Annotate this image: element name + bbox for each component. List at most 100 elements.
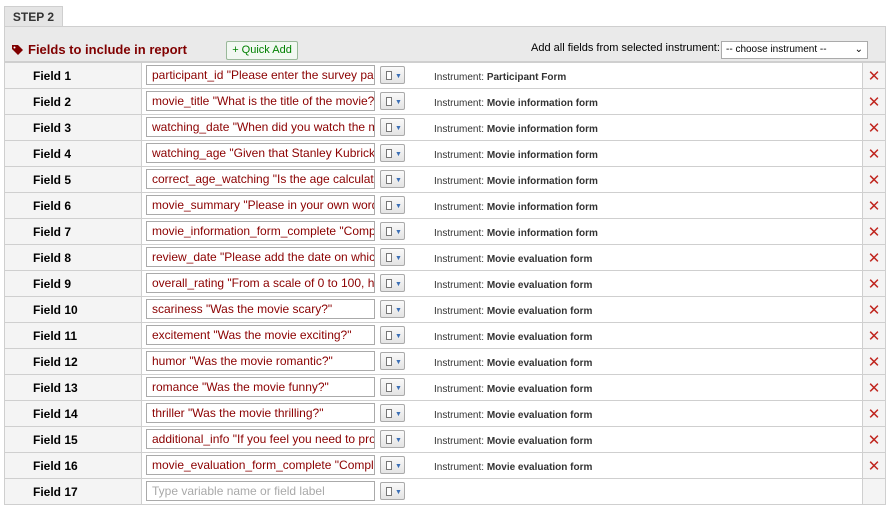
field-variable-input[interactable]: excitement "Was the movie exciting?": [146, 325, 375, 345]
chevron-down-icon: ▼: [395, 229, 402, 236]
instrument-name: Movie information form: [486, 202, 598, 213]
field-picker-button[interactable]: ▼: [380, 352, 405, 370]
field-variable-input[interactable]: participant_id "Please enter the survey …: [146, 65, 375, 85]
field-picker-button[interactable]: ▼: [380, 300, 405, 318]
chevron-down-icon: ▼: [395, 151, 402, 158]
field-picker-button[interactable]: ▼: [380, 92, 405, 110]
field-picker-button[interactable]: ▼: [380, 378, 405, 396]
instrument-select[interactable]: -- choose instrument -- ⌄: [721, 41, 868, 59]
field-picker-button[interactable]: ▼: [380, 66, 405, 84]
field-picker-button[interactable]: ▼: [380, 274, 405, 292]
field-cell: humor "Was the movie romantic?" ▼ Instrume…: [141, 348, 863, 375]
fields-section-title: Fields to include in report: [11, 42, 187, 57]
new-field-input[interactable]: Type variable name or field label: [146, 481, 375, 501]
field-number-label: Field 13: [4, 374, 142, 401]
field-variable-input[interactable]: movie_summary "Please in your own words": [146, 195, 375, 215]
field-cell: review_date "Please add the date on whic…: [141, 244, 863, 271]
field-picker-button[interactable]: ▼: [380, 170, 405, 188]
instrument-select-value: -- choose instrument --: [726, 44, 827, 55]
field-number-label: Field 5: [4, 166, 142, 193]
field-picker-icon: [386, 383, 392, 392]
instrument-name: Movie evaluation form: [486, 462, 593, 473]
instrument-info: Instrument: Movie evaluation form: [434, 254, 592, 265]
instrument-name: Movie information form: [486, 228, 598, 239]
field-variable-input[interactable]: movie_information_form_complete "Complet…: [146, 221, 375, 241]
chevron-down-icon: ▼: [395, 307, 402, 314]
instrument-info: Instrument: Movie evaluation form: [434, 384, 592, 395]
delete-field-button[interactable]: ✕: [862, 218, 886, 245]
field-variable-input[interactable]: correct_age_watching "Is the age calcula…: [146, 169, 375, 189]
field-number-label: Field 12: [4, 348, 142, 375]
delete-field-button[interactable]: ✕: [862, 452, 886, 479]
chevron-down-icon: ▼: [395, 437, 402, 444]
delete-field-button[interactable]: ✕: [862, 296, 886, 323]
field-picker-button[interactable]: ▼: [380, 144, 405, 162]
field-variable-input[interactable]: additional_info "If you feel you need to…: [146, 429, 375, 449]
field-picker-button[interactable]: ▼: [380, 248, 405, 266]
delete-field-button[interactable]: ✕: [862, 166, 886, 193]
delete-field-button[interactable]: ✕: [862, 88, 886, 115]
field-row: Field 16 movie_evaluation_form_complete "…: [4, 452, 886, 479]
field-picker-icon: [386, 305, 392, 314]
instrument-name: Movie information form: [486, 176, 598, 187]
field-cell: movie_summary "Please in your own words"…: [141, 192, 863, 219]
field-picker-icon: [386, 279, 392, 288]
field-picker-icon: [386, 487, 392, 496]
delete-field-button[interactable]: ✕: [862, 400, 886, 427]
delete-x-icon: ✕: [867, 275, 881, 293]
chevron-down-icon: ▼: [395, 125, 402, 132]
delete-x-icon: ✕: [867, 223, 881, 241]
delete-x-icon: ✕: [867, 93, 881, 111]
field-cell: movie_title "What is the title of the mo…: [141, 88, 863, 115]
field-cell: excitement "Was the movie exciting?" ▼ Ins…: [141, 322, 863, 349]
field-variable-input[interactable]: watching_date "When did you watch the mo…: [146, 117, 375, 137]
instrument-name: Movie evaluation form: [486, 306, 593, 317]
delete-field-button[interactable]: ✕: [862, 426, 886, 453]
delete-field-button[interactable]: ✕: [862, 374, 886, 401]
instrument-prefix: Instrument:: [434, 124, 485, 135]
delete-x-icon: ✕: [867, 431, 881, 449]
field-variable-input[interactable]: watching_age "Given that Stanley Kubrick: [146, 143, 375, 163]
field-picker-button[interactable]: ▼: [380, 482, 405, 500]
field-variable-input[interactable]: scariness "Was the movie scary?": [146, 299, 375, 319]
field-variable-input[interactable]: thriller "Was the movie thrilling?": [146, 403, 375, 423]
field-number-label: Field 3: [4, 114, 142, 141]
delete-field-button[interactable]: ✕: [862, 140, 886, 167]
instrument-name: Movie evaluation form: [486, 280, 593, 291]
field-picker-button[interactable]: ▼: [380, 404, 405, 422]
field-picker-button[interactable]: ▼: [380, 118, 405, 136]
instrument-info: Instrument: Movie evaluation form: [434, 410, 592, 421]
delete-field-button[interactable]: ✕: [862, 322, 886, 349]
field-row: Field 1 participant_id "Please enter the …: [4, 62, 886, 89]
field-cell: movie_evaluation_form_complete "Complete…: [141, 452, 863, 479]
delete-field-button[interactable]: ✕: [862, 114, 886, 141]
field-picker-button[interactable]: ▼: [380, 456, 405, 474]
delete-x-icon: ✕: [867, 67, 881, 85]
field-variable-input[interactable]: overall_rating "From a scale of 0 to 100…: [146, 273, 375, 293]
field-picker-button[interactable]: ▼: [380, 430, 405, 448]
delete-field-button[interactable]: ✕: [862, 62, 886, 89]
quick-add-button[interactable]: + Quick Add: [226, 41, 298, 60]
delete-field-button[interactable]: ✕: [862, 270, 886, 297]
field-variable-input[interactable]: movie_evaluation_form_complete "Complete…: [146, 455, 375, 475]
field-number-label: Field 17: [4, 478, 142, 505]
field-number-label: Field 9: [4, 270, 142, 297]
field-picker-button[interactable]: ▼: [380, 222, 405, 240]
delete-field-button[interactable]: ✕: [862, 244, 886, 271]
field-variable-input[interactable]: romance "Was the movie funny?": [146, 377, 375, 397]
instrument-info: Instrument: Movie information form: [434, 176, 598, 187]
field-picker-button[interactable]: ▼: [380, 326, 405, 344]
field-variable-input[interactable]: movie_title "What is the title of the mo…: [146, 91, 375, 111]
field-variable-input[interactable]: review_date "Please add the date on whic…: [146, 247, 375, 267]
delete-field-button[interactable]: ✕: [862, 348, 886, 375]
delete-field-button[interactable]: ✕: [862, 192, 886, 219]
field-picker-icon: [386, 149, 392, 158]
delete-x-icon: ✕: [867, 379, 881, 397]
field-row: Field 4 watching_age "Given that Stanley …: [4, 140, 886, 167]
field-variable-input[interactable]: humor "Was the movie romantic?": [146, 351, 375, 371]
chevron-down-icon: ▼: [395, 359, 402, 366]
field-cell: scariness "Was the movie scary?" ▼ Instrum…: [141, 296, 863, 323]
instrument-prefix: Instrument:: [434, 98, 485, 109]
field-picker-button[interactable]: ▼: [380, 196, 405, 214]
instrument-prefix: Instrument:: [434, 280, 485, 291]
